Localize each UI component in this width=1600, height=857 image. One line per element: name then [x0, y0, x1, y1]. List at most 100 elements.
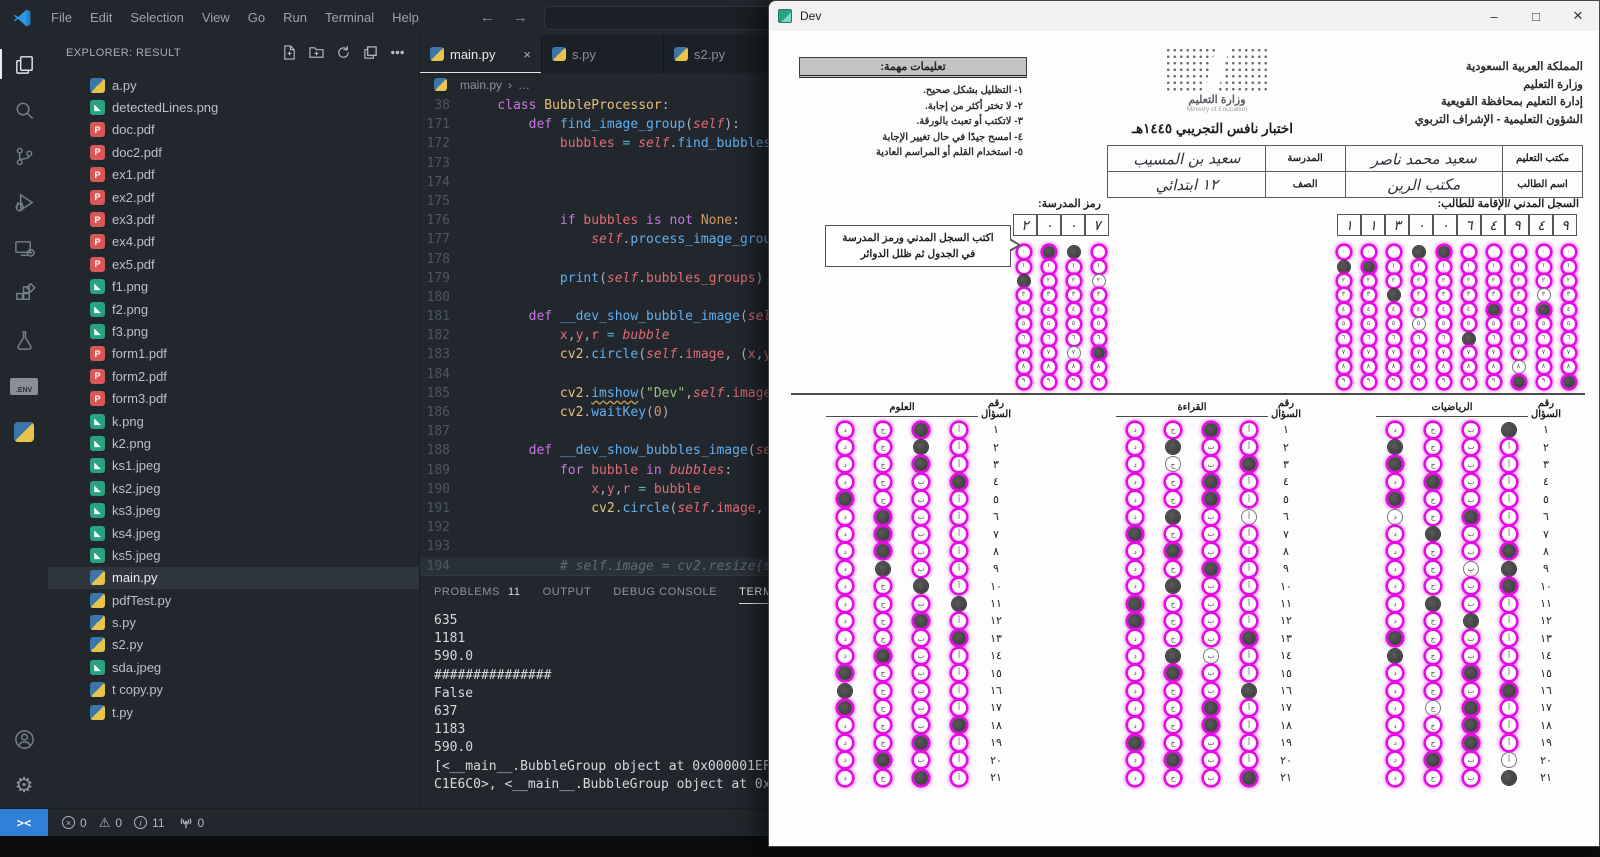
file-item[interactable]: t copy.py: [48, 679, 419, 701]
ports-status[interactable]: 0: [179, 816, 205, 830]
refresh-icon[interactable]: [336, 45, 351, 60]
bubble: ٩: [1413, 376, 1425, 388]
menu-view[interactable]: View: [193, 0, 239, 35]
file-item[interactable]: ◣k2.png: [48, 432, 419, 454]
python-extension-icon[interactable]: [0, 409, 48, 455]
file-item[interactable]: ◣ks3.jpeg: [48, 499, 419, 521]
tab-main.py[interactable]: main.py×: [420, 35, 542, 73]
file-name: f1.png: [112, 279, 148, 294]
bubble: ٥: [1388, 318, 1400, 330]
registry-digit: ٩: [1553, 214, 1577, 236]
bubble: أ: [1502, 649, 1516, 663]
file-item[interactable]: pdfTest.py: [48, 589, 419, 611]
file-item[interactable]: ◣ks2.jpeg: [48, 477, 419, 499]
digit-grid-row: ٠٠٠٠٠٠٠٠٠٠: [1331, 245, 1581, 259]
file-item[interactable]: Pform1.pdf: [48, 343, 419, 365]
menu-run[interactable]: Run: [274, 0, 316, 35]
question-number: ٢: [1268, 441, 1304, 454]
menu-file[interactable]: File: [42, 0, 81, 35]
python-file-icon: [552, 47, 566, 61]
file-item[interactable]: ◣k.png: [48, 410, 419, 432]
line-number: 38: [420, 96, 466, 115]
nav-back-icon[interactable]: ←: [480, 9, 495, 26]
menu-edit[interactable]: Edit: [81, 0, 121, 35]
remote-explorer-icon[interactable]: [0, 225, 48, 271]
extensions-icon[interactable]: [0, 271, 48, 317]
settings-gear-icon[interactable]: ⚙: [0, 762, 48, 808]
minimize-button[interactable]: –: [1473, 1, 1515, 31]
panel-tab-output[interactable]: OUTPUT: [543, 576, 592, 608]
file-item[interactable]: ◣ks1.jpeg: [48, 455, 419, 477]
explorer-icon[interactable]: [0, 41, 48, 87]
env-extension-icon[interactable]: .ENV: [0, 363, 48, 409]
file-item[interactable]: Pex4.pdf: [48, 231, 419, 253]
answers-header: رقم السؤالالقراءة: [1116, 397, 1304, 421]
answer-row: ٢١أبجد: [826, 769, 1014, 786]
file-item[interactable]: Pex1.pdf: [48, 164, 419, 186]
ministry-logo: وزارة التعليم Ministry of Education: [1157, 47, 1277, 113]
menu-selection[interactable]: Selection: [121, 0, 192, 35]
panel-tab-problems[interactable]: PROBLEMS11: [434, 576, 521, 608]
info-row: اسم الطالبمكتب الرينالصف١٢ ابتدائي: [1108, 172, 1583, 198]
file-item[interactable]: Pex2.pdf: [48, 186, 419, 208]
remote-indicator[interactable]: ><: [0, 809, 48, 836]
question-number: ١٦: [978, 684, 1014, 697]
file-name: ex1.pdf: [112, 167, 155, 182]
file-item[interactable]: ◣f1.png: [48, 276, 419, 298]
menu-terminal[interactable]: Terminal: [316, 0, 383, 35]
problems-status[interactable]: × 0 ⚠ 0 i 11: [62, 816, 165, 830]
filled-bubble: ب: [1464, 666, 1478, 680]
file-item[interactable]: s2.py: [48, 634, 419, 656]
filled-bubble: أ: [952, 631, 966, 645]
file-item[interactable]: ◣f2.png: [48, 298, 419, 320]
file-item[interactable]: Pform3.pdf: [48, 387, 419, 409]
file-item[interactable]: ◣sda.jpeg: [48, 656, 419, 678]
bubble: ج: [1426, 544, 1440, 558]
file-item[interactable]: Pdoc2.pdf: [48, 141, 419, 163]
python-file-icon: [434, 78, 447, 91]
file-item[interactable]: Pex3.pdf: [48, 208, 419, 230]
file-item[interactable]: Pdoc.pdf: [48, 119, 419, 141]
testing-icon[interactable]: [0, 317, 48, 363]
line-number: 190: [420, 480, 466, 499]
panel-tab-debug-console[interactable]: DEBUG CONSOLE: [613, 576, 717, 608]
python-file-icon: [674, 47, 688, 61]
file-item[interactable]: main.py: [48, 567, 419, 589]
file-item[interactable]: a.py: [48, 74, 419, 96]
bubble: ٣: [1068, 289, 1080, 301]
file-item[interactable]: ◣ks4.jpeg: [48, 522, 419, 544]
file-item[interactable]: t.py: [48, 701, 419, 723]
file-item[interactable]: ◣detectedLines.png: [48, 96, 419, 118]
collapse-folders-icon[interactable]: [363, 45, 378, 60]
filled-bubble: أ: [1242, 631, 1256, 645]
close-button[interactable]: ✕: [1557, 1, 1599, 31]
file-item[interactable]: Pform2.pdf: [48, 365, 419, 387]
menu-help[interactable]: Help: [383, 0, 428, 35]
account-icon[interactable]: [0, 716, 48, 762]
new-folder-icon[interactable]: [309, 45, 324, 60]
dev-titlebar[interactable]: Dev – □ ✕: [769, 1, 1599, 31]
bubble: ٢: [1043, 275, 1055, 287]
source-control-icon[interactable]: [0, 133, 48, 179]
nav-forward-icon[interactable]: →: [513, 9, 528, 26]
new-file-icon[interactable]: [282, 45, 297, 60]
run-debug-icon[interactable]: [0, 179, 48, 225]
bubble: ج: [876, 701, 890, 715]
file-item[interactable]: Pex5.pdf: [48, 253, 419, 275]
maximize-button[interactable]: □: [1515, 1, 1557, 31]
bubble: د: [1128, 475, 1142, 489]
handwritten-value: مكتب الرين: [1345, 170, 1503, 199]
file-item[interactable]: ◣f3.png: [48, 320, 419, 342]
file-item[interactable]: s.py: [48, 611, 419, 633]
search-icon[interactable]: [0, 87, 48, 133]
tab-close-icon[interactable]: ×: [523, 47, 531, 62]
answer-row: ١١أبجد: [1376, 595, 1564, 612]
tab-s.py[interactable]: s.py: [542, 35, 664, 73]
file-name: ks1.jpeg: [112, 458, 160, 473]
menu-go[interactable]: Go: [239, 0, 274, 35]
file-item[interactable]: ◣ks5.jpeg: [48, 544, 419, 566]
bubble: ١: [1513, 261, 1525, 273]
command-center-search[interactable]: [544, 6, 799, 30]
more-actions-icon[interactable]: [390, 45, 405, 60]
answer-row: ٥أبجد: [1116, 491, 1304, 508]
